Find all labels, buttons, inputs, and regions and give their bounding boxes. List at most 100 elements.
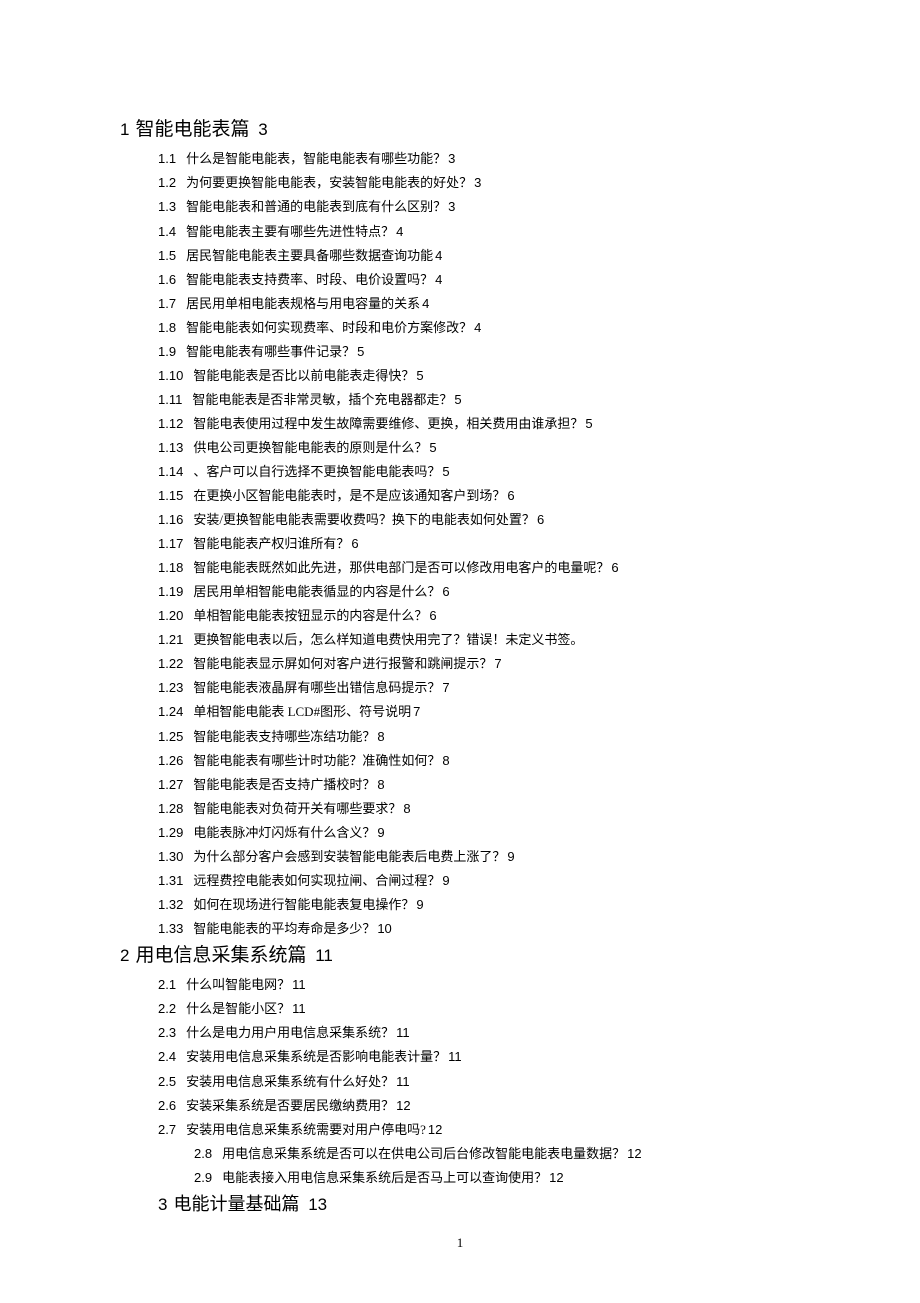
toc-item-page-ref: 6	[611, 560, 618, 575]
toc-item-page-ref: 5	[429, 440, 436, 455]
section-title-3[interactable]: 3电能计量基础篇 13	[120, 1190, 800, 1219]
toc-item[interactable]: 1.14、客户可以自行选择不更换智能电能表吗？5	[120, 460, 800, 484]
toc-item[interactable]: 1.5居民智能电能表主要具备哪些数据查询功能4	[120, 244, 800, 268]
toc-item[interactable]: 1.27智能电能表是否支持广播校时？8	[120, 773, 800, 797]
toc-item-num: 1.10	[158, 368, 183, 383]
toc-item[interactable]: 1.8智能电能表如何实现费率、时段和电价方案修改？4	[120, 316, 800, 340]
toc-item-num: 1.11	[158, 392, 182, 407]
toc-item-label: 智能电能表既然如此先进，那供电部门是否可以修改用电客户的电量呢？	[193, 560, 609, 575]
toc-item[interactable]: 1.32 如何在现场进行智能电能表复电操作？9	[120, 893, 800, 917]
toc-item[interactable]: 1.3智能电能表和普通的电能表到底有什么区别？3	[120, 195, 800, 219]
toc-item[interactable]: 1.31远程费控电能表如何实现拉闸、合闸过程？9	[120, 869, 800, 893]
toc-item-label: 更换智能电表以后，怎么样知道电费快用完了？错误！未定义书签。	[193, 632, 583, 647]
toc-item[interactable]: 1.26智能电能表有哪些计时功能？准确性如何？8	[120, 749, 800, 773]
toc-item[interactable]: 2.9电能表接入用电信息采集系统后是否马上可以查询使用？12	[120, 1166, 800, 1190]
toc-item-num: 1.31	[158, 873, 183, 888]
toc-item-label: 智能电能表有哪些计时功能？准确性如何？	[193, 753, 440, 768]
toc-item-label: 供电公司更换智能电能表的原则是什么？	[193, 440, 427, 455]
section-label: 智能电能表篇	[135, 119, 249, 140]
section-label: 用电信息采集系统篇	[135, 945, 306, 966]
toc-item-label: 单相智能电能表按钮显示的内容是什么？	[193, 608, 427, 623]
toc-item[interactable]: 1.16安装/更换智能电能表需要收费吗？换下的电能表如何处置？6	[120, 508, 800, 532]
toc-item[interactable]: 1.21更换智能电表以后，怎么样知道电费快用完了？错误！未定义书签。	[120, 628, 800, 652]
toc-item-num: 1.15	[158, 488, 183, 503]
toc-item-num: 1.29	[158, 825, 183, 840]
toc-item-label: 什么叫智能电网？	[186, 977, 290, 992]
section-num: 1	[120, 120, 129, 139]
toc-item-label: 智能电能表液晶屏有哪些出错信息码提示？	[193, 680, 440, 695]
toc-item[interactable]: 2.3什么是电力用户用电信息采集系统？11	[120, 1021, 800, 1045]
toc-item[interactable]: 1.33智能电能表的平均寿命是多少？10	[120, 917, 800, 941]
toc-item-label: 智能电能表对负荷开关有哪些要求？	[193, 801, 401, 816]
toc-item-label: 在更换小区智能电能表时，是不是应该通知客户到场？	[193, 488, 505, 503]
toc-item[interactable]: 1.6智能电能表支持费率、时段、电价设置吗？4	[120, 268, 800, 292]
toc-item[interactable]: 1.15在更换小区智能电能表时，是不是应该通知客户到场？6	[120, 484, 800, 508]
toc-item-num: 1.6	[158, 272, 176, 287]
toc-item-num: 2.1	[158, 977, 176, 992]
toc-item-label: 智能电能表支持哪些冻结功能？	[193, 729, 375, 744]
toc-item-label: 为何要更换智能电能表，安装智能电能表的好处？	[186, 175, 472, 190]
toc-item-label: 什么是电力用户用电信息采集系统？	[186, 1025, 394, 1040]
toc-item-num: 1.19	[158, 584, 183, 599]
toc-item-label: 智能电能表显示屏如何对客户进行报警和跳闸提示？	[193, 656, 492, 671]
toc-item-label: 智能电能表支持费率、时段、电价设置吗？	[186, 272, 433, 287]
toc-item-num: 1.32	[158, 897, 183, 912]
toc-item-num: 1.8	[158, 320, 176, 335]
toc-item[interactable]: 1.7居民用单相电能表规格与用电容量的关系4	[120, 292, 800, 316]
toc-item[interactable]: 1.18智能电能表既然如此先进，那供电部门是否可以修改用电客户的电量呢？6	[120, 556, 800, 580]
toc-item[interactable]: 1.11智能电能表是否非常灵敏，插个充电器都走？5	[120, 388, 800, 412]
section-title-1[interactable]: 1 智能电能表篇 3	[120, 115, 800, 145]
section-title-2[interactable]: 2用电信息采集系统篇 11	[120, 941, 800, 971]
toc-item[interactable]: 2.2什么是智能小区？11	[120, 997, 800, 1021]
toc-item[interactable]: 1.4智能电能表主要有哪些先进性特点？4	[120, 220, 800, 244]
toc-item-page-ref: 4	[422, 296, 429, 311]
toc-item[interactable]: 1.10智能电能表是否比以前电能表走得快？5	[120, 364, 800, 388]
toc-item-page-ref: 9	[442, 873, 449, 888]
toc-item-page-ref: 12	[627, 1146, 641, 1161]
toc-item[interactable]: 2.4安装用电信息采集系统是否影响电能表计量？11	[120, 1045, 800, 1069]
toc-item[interactable]: 1.12智能电表使用过程中发生故障需要维修、更换，相关费用由谁承担？5	[120, 412, 800, 436]
toc-item[interactable]: 1.9智能电能表有哪些事件记录？5	[120, 340, 800, 364]
toc-item-label: 安装/更换智能电能表需要收费吗？换下的电能表如何处置？	[193, 512, 535, 527]
toc-item[interactable]: 1.2为何要更换智能电能表，安装智能电能表的好处？3	[120, 171, 800, 195]
toc-item[interactable]: 1.13 供电公司更换智能电能表的原则是什么？5	[120, 436, 800, 460]
toc-item-page-ref: 3	[448, 199, 455, 214]
toc-item-num: 1.7	[158, 296, 176, 311]
toc-item-page-ref: 9	[416, 897, 423, 912]
toc-item[interactable]: 1.28智能电能表对负荷开关有哪些要求？8	[120, 797, 800, 821]
toc-item-page-ref: 7	[413, 704, 420, 719]
toc-item-label: 什么是智能小区？	[186, 1001, 290, 1016]
toc-item-num: 1.22	[158, 656, 183, 671]
toc-item-page-ref: 7	[494, 656, 501, 671]
toc-item[interactable]: 1.1什么是智能电能表，智能电能表有哪些功能？3	[120, 147, 800, 171]
toc-item[interactable]: 1.20单相智能电能表按钮显示的内容是什么？6	[120, 604, 800, 628]
toc-item-label: 智能电能表的平均寿命是多少？	[193, 921, 375, 936]
toc-item[interactable]: 1.22 智能电能表显示屏如何对客户进行报警和跳闸提示？7	[120, 652, 800, 676]
toc-item[interactable]: 1.23智能电能表液晶屏有哪些出错信息码提示？7	[120, 676, 800, 700]
toc-item[interactable]: 1.30为什么部分客户会感到安装智能电能表后电费上涨了？9	[120, 845, 800, 869]
toc-item[interactable]: 2.1什么叫智能电网？11	[120, 973, 800, 997]
toc-item[interactable]: 2.5安装用电信息采集系统有什么好处？11	[120, 1070, 800, 1094]
toc-item[interactable]: 1.19居民用单相智能电能表循显的内容是什么？6	[120, 580, 800, 604]
toc-item-label: 用电信息采集系统是否可以在供电公司后台修改智能电能表电量数据？	[222, 1146, 625, 1161]
section-page-ref: 3	[253, 120, 267, 139]
toc-item-num: 1.30	[158, 849, 183, 864]
toc-item-page-ref: 5	[585, 416, 592, 431]
toc-item[interactable]: 1.29电能表脉冲灯闪烁有什么含义？9	[120, 821, 800, 845]
toc-item-num: 1.2	[158, 175, 176, 190]
toc-item-page-ref: 8	[403, 801, 410, 816]
toc-item[interactable]: 2.7安装用电信息采集系统需要对用户停电吗?12	[120, 1118, 800, 1142]
toc-item-label: 如何在现场进行智能电能表复电操作？	[193, 897, 414, 912]
toc-item[interactable]: 1.25智能电能表支持哪些冻结功能？8	[120, 725, 800, 749]
toc-item-page-ref: 7	[442, 680, 449, 695]
toc-item[interactable]: 2.6安装采集系统是否要居民缴纳费用？12	[120, 1094, 800, 1118]
toc-item-page-ref: 4	[435, 248, 442, 263]
toc-item-page-ref: 9	[377, 825, 384, 840]
toc-item-label: 电能表接入用电信息采集系统后是否马上可以查询使用？	[222, 1170, 547, 1185]
toc-item[interactable]: 1.17智能电能表产权归谁所有？6	[120, 532, 800, 556]
toc-item-num: 2.8	[194, 1146, 212, 1161]
toc-item-page-ref: 5	[442, 464, 449, 479]
toc-item-num: 1.13	[158, 440, 183, 455]
toc-item[interactable]: 1.24单相智能电能表 LCD#图形、符号说明7	[120, 700, 800, 724]
toc-item[interactable]: 2.8 用电信息采集系统是否可以在供电公司后台修改智能电能表电量数据？12	[120, 1142, 800, 1166]
